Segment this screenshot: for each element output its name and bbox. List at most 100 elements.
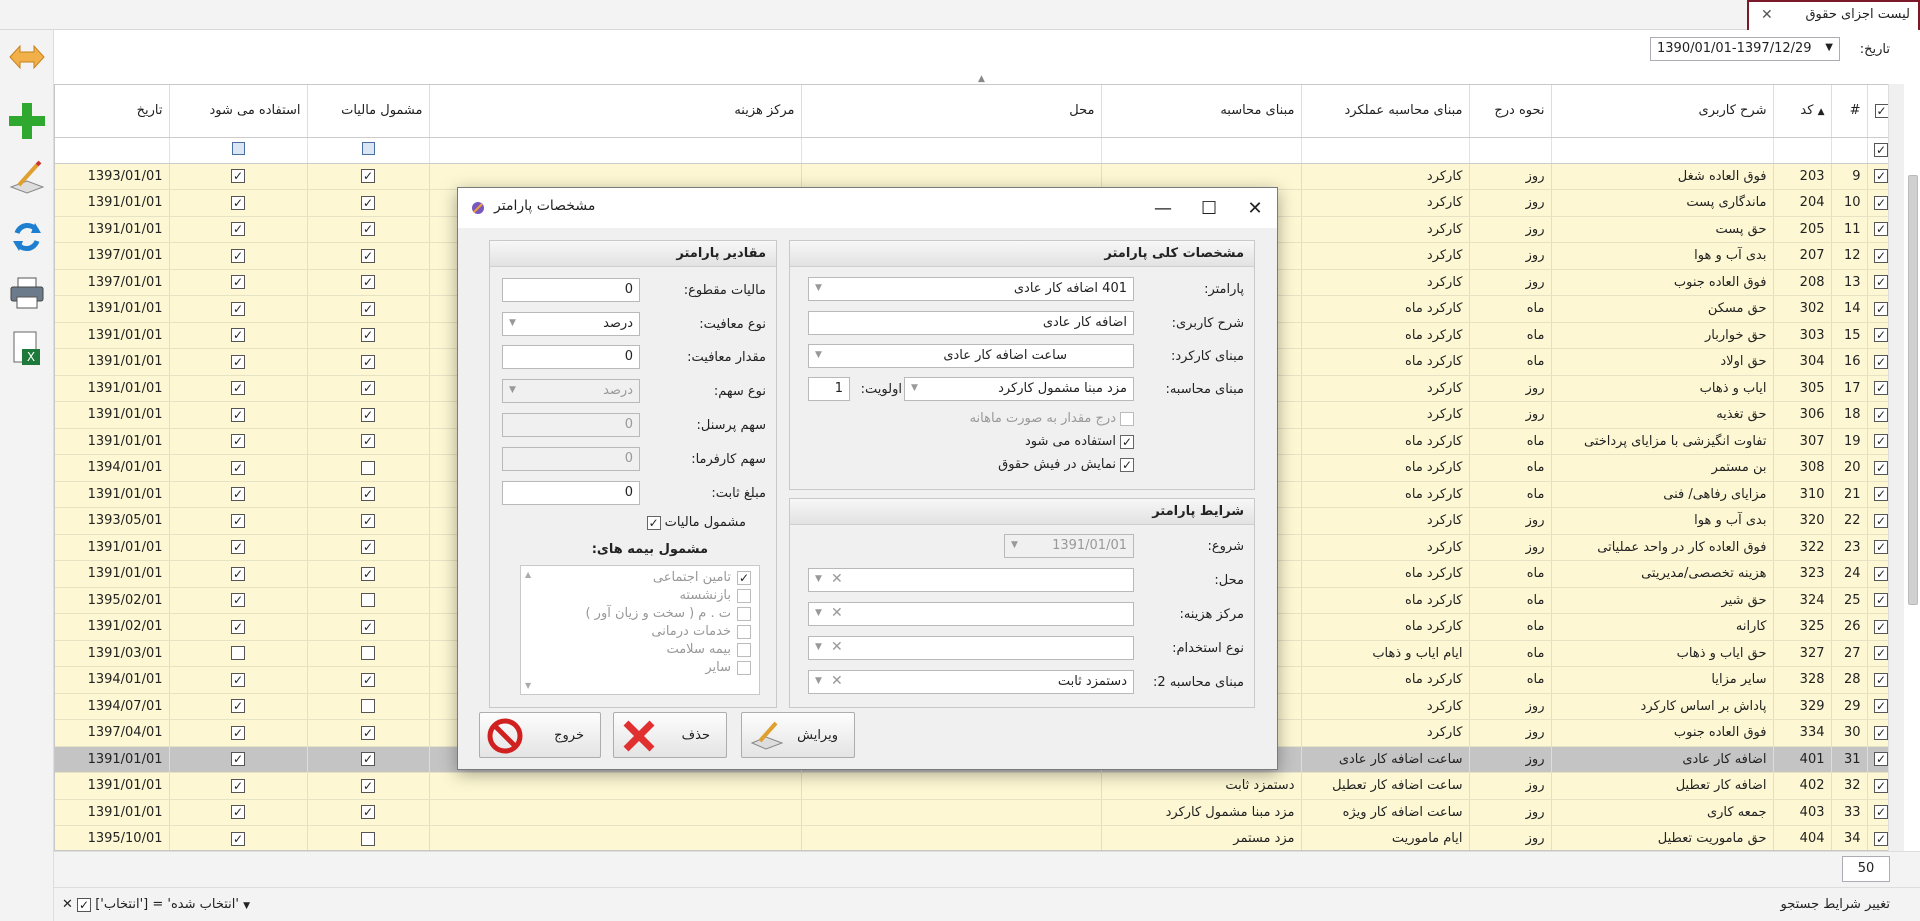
- used-checkbox[interactable]: [231, 381, 245, 396]
- share-type-select[interactable]: درصد ▼: [502, 379, 640, 403]
- taxable-checkbox[interactable]: [361, 831, 375, 846]
- monthly-checkbox[interactable]: درج مقدار به صورت ماهانه: [970, 411, 1134, 426]
- perf-select[interactable]: ساعت اضافه کار عادی ▼: [808, 344, 1134, 368]
- taxable-checkbox[interactable]: [361, 778, 375, 793]
- expand-arrows-icon[interactable]: [6, 36, 48, 78]
- insurance-item[interactable]: سایر: [705, 660, 751, 675]
- taxable-checkbox[interactable]: [361, 195, 375, 210]
- taxable-checkbox[interactable]: [361, 354, 375, 369]
- used-checkbox[interactable]: [231, 248, 245, 263]
- close-icon[interactable]: ✕: [1235, 194, 1275, 222]
- excel-export-icon[interactable]: X: [6, 328, 48, 370]
- insurance-item-checkbox[interactable]: [737, 570, 751, 585]
- taxable-checkbox[interactable]: [361, 593, 375, 608]
- used-checkbox[interactable]: [231, 301, 245, 316]
- desc-input[interactable]: اضافه کار عادی: [808, 311, 1134, 335]
- filter-cell[interactable]: [429, 137, 802, 164]
- scrollbar-thumb[interactable]: [1908, 175, 1918, 605]
- taxable-checkbox[interactable]: [361, 513, 375, 528]
- taxable-checkbox[interactable]: [361, 646, 375, 661]
- taxable-checkbox[interactable]: [361, 381, 375, 396]
- used-checkbox[interactable]: [231, 566, 245, 581]
- taxable-checkbox[interactable]: [361, 407, 375, 422]
- row-checkbox[interactable]: [1874, 434, 1888, 449]
- calc-select[interactable]: مزد مبنا مشمول کارکرد ▼: [904, 377, 1134, 401]
- scroll-up-icon[interactable]: ▲: [525, 570, 531, 579]
- header-place[interactable]: محل: [801, 85, 1102, 138]
- taxable-checkbox[interactable]: [361, 619, 375, 634]
- taxable-checkbox[interactable]: [361, 699, 375, 714]
- start-date-input[interactable]: 1391/01/01 ▼: [1004, 534, 1134, 558]
- exempt-amount-input[interactable]: 0: [502, 345, 640, 369]
- insurance-item[interactable]: بازنشسته: [679, 588, 751, 603]
- used-checkbox[interactable]: [231, 540, 245, 555]
- used-checkbox-box[interactable]: [1120, 434, 1134, 449]
- select-all-checkbox[interactable]: [1874, 103, 1889, 118]
- row-checkbox[interactable]: [1874, 593, 1888, 608]
- clear-icon[interactable]: ✕: [831, 571, 843, 587]
- row-checkbox[interactable]: [1874, 222, 1888, 237]
- edit-button[interactable]: ویرایش: [741, 712, 855, 758]
- row-checkbox[interactable]: [1874, 540, 1888, 555]
- filter-cell[interactable]: [801, 137, 1102, 164]
- fixed-amount-input[interactable]: 0: [502, 481, 640, 505]
- page-size-input[interactable]: 50: [1842, 856, 1890, 882]
- insurance-item[interactable]: خدمات درمانی: [651, 624, 751, 639]
- used-checkbox[interactable]: [231, 646, 245, 661]
- priority-input[interactable]: 1: [808, 377, 850, 401]
- clear-filter-icon[interactable]: ✕: [62, 897, 73, 912]
- insurance-item[interactable]: بیمه سلامت: [666, 642, 751, 657]
- used-checkbox[interactable]: [231, 222, 245, 237]
- header-cost-center[interactable]: مرکز هزینه: [429, 85, 802, 138]
- maximize-icon[interactable]: ☐: [1189, 194, 1229, 222]
- row-checkbox[interactable]: [1874, 407, 1888, 422]
- taxable-checkbox[interactable]: [361, 487, 375, 502]
- used-checkbox[interactable]: [231, 460, 245, 475]
- insurance-item[interactable]: ت . م ( سخت و زیان آور ): [585, 606, 751, 621]
- used-checkbox[interactable]: [231, 805, 245, 820]
- employer-share-input[interactable]: 0: [502, 447, 640, 471]
- used-checkbox[interactable]: [231, 354, 245, 369]
- table-row[interactable]: 9203فوق العاده شغلروزکارکرد 1393/01/01: [55, 163, 1896, 190]
- header-date[interactable]: تاریخ: [55, 85, 170, 138]
- header-performance-basis[interactable]: مبنای محاسبه عملکرد: [1301, 85, 1470, 138]
- taxable-checkbox[interactable]: [361, 275, 375, 290]
- row-checkbox[interactable]: [1874, 381, 1888, 396]
- header-index[interactable]: #: [1831, 85, 1868, 138]
- row-checkbox[interactable]: [1874, 699, 1888, 714]
- filter-cell[interactable]: [1773, 137, 1832, 164]
- header-taxable[interactable]: مشمول مالیات: [307, 85, 430, 138]
- filter-box-icon[interactable]: [361, 141, 375, 155]
- insurance-item-checkbox[interactable]: [737, 606, 751, 621]
- taxable-checkbox[interactable]: [361, 566, 375, 581]
- row-checkbox[interactable]: [1874, 275, 1888, 290]
- row-checkbox[interactable]: [1874, 725, 1888, 740]
- used-checkbox[interactable]: [231, 778, 245, 793]
- used-checkbox[interactable]: [231, 487, 245, 502]
- header-used[interactable]: استفاده می شود: [169, 85, 308, 138]
- filter-cell[interactable]: [1469, 137, 1552, 164]
- row-checkbox[interactable]: [1874, 354, 1888, 369]
- header-code[interactable]: ▲ کد: [1773, 85, 1832, 138]
- used-checkbox[interactable]: [231, 752, 245, 767]
- minimize-icon[interactable]: —: [1143, 194, 1183, 222]
- collapse-up-icon[interactable]: ▲: [978, 74, 985, 84]
- used-checkbox[interactable]: [231, 169, 245, 184]
- taxable-checkbox[interactable]: [361, 672, 375, 687]
- table-row[interactable]: 33403جمعه کاریروزساعت اضافه کار ویژهمزد …: [55, 799, 1896, 826]
- taxable-checkbox[interactable]: [361, 540, 375, 555]
- clear-icon[interactable]: ✕: [831, 605, 843, 621]
- row-checkbox[interactable]: [1874, 248, 1888, 263]
- taxable-checkbox-box[interactable]: [646, 515, 661, 530]
- row-checkbox[interactable]: [1874, 831, 1888, 846]
- row-checkbox[interactable]: [1874, 487, 1888, 502]
- clear-icon[interactable]: ✕: [831, 639, 843, 655]
- row-checkbox[interactable]: [1874, 619, 1888, 634]
- table-row[interactable]: 34404حق ماموریت تعطیلروزایام ماموریتمزد …: [55, 825, 1896, 850]
- insurance-item-checkbox[interactable]: [737, 660, 751, 675]
- taxable-checkbox[interactable]: [361, 328, 375, 343]
- used-checkbox[interactable]: [231, 513, 245, 528]
- exit-button[interactable]: خروج: [479, 712, 601, 758]
- row-checkbox[interactable]: [1874, 460, 1888, 475]
- edit-icon[interactable]: [6, 158, 48, 200]
